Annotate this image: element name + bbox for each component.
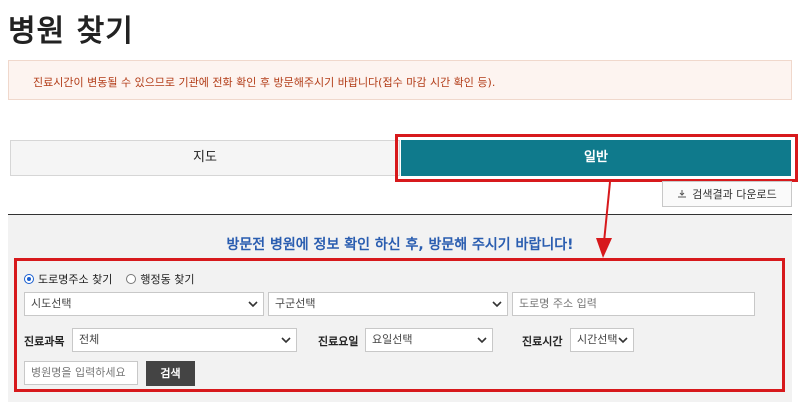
chevron-down-icon <box>248 301 258 308</box>
department-select-value: 전체 <box>79 333 100 346</box>
time-select-value: 시간선택 <box>577 333 618 346</box>
department-label: 진료과목 <box>24 335 65 348</box>
day-select[interactable]: 요일선택 <box>365 328 493 352</box>
radio-checked-icon <box>24 274 34 284</box>
district-select-value: 구군선택 <box>275 297 316 310</box>
chevron-down-icon <box>281 337 291 344</box>
download-results-button[interactable]: 검색결과 다운로드 <box>662 181 792 207</box>
page-title: 병원 찾기 <box>8 14 134 49</box>
department-select[interactable]: 전체 <box>72 328 297 352</box>
tab-map[interactable]: 지도 <box>10 140 400 176</box>
guide-text: 방문전 병원에 정보 확인 하신 후, 방문해 주시기 바랍니다! <box>226 237 574 253</box>
radio-unchecked-icon <box>126 274 137 284</box>
download-icon <box>678 190 687 198</box>
radio-admin-dong[interactable]: 행정동 찾기 <box>126 271 194 287</box>
day-select-value: 요일선택 <box>372 333 413 346</box>
city-select-value: 시도선택 <box>31 297 72 310</box>
tab-general[interactable]: 일반 <box>401 140 791 176</box>
time-select[interactable]: 시간선택 <box>570 328 634 352</box>
download-label: 검색결과 다운로드 <box>692 188 777 201</box>
day-label: 진료요일 <box>318 335 359 348</box>
time-label: 진료시간 <box>522 335 563 348</box>
hospital-name-input[interactable]: 병원명을 입력하세요 <box>24 361 138 385</box>
radio-road-address[interactable]: 도로명주소 찾기 <box>24 271 112 287</box>
road-address-input[interactable]: 도로명 주소 입력 <box>512 292 755 316</box>
city-select[interactable]: 시도선택 <box>24 292 264 316</box>
search-button[interactable]: 검색 <box>146 361 195 386</box>
radio-road-address-label: 도로명주소 찾기 <box>38 273 113 286</box>
chevron-down-icon <box>477 337 487 344</box>
chevron-down-icon <box>492 301 502 308</box>
district-select[interactable]: 구군선택 <box>268 292 508 316</box>
arrow-annotation <box>596 181 612 258</box>
chevron-down-icon <box>618 337 628 344</box>
radio-admin-dong-label: 행정동 찾기 <box>140 273 195 286</box>
address-type-radio-group: 도로명주소 찾기 행정동 찾기 <box>24 271 194 287</box>
notice-text: 진료시간이 변동될 수 있으므로 기관에 전화 확인 후 방문해주시기 바랍니다… <box>33 76 496 89</box>
notice-box: 진료시간이 변동될 수 있으므로 기관에 전화 확인 후 방문해주시기 바랍니다… <box>8 60 792 100</box>
